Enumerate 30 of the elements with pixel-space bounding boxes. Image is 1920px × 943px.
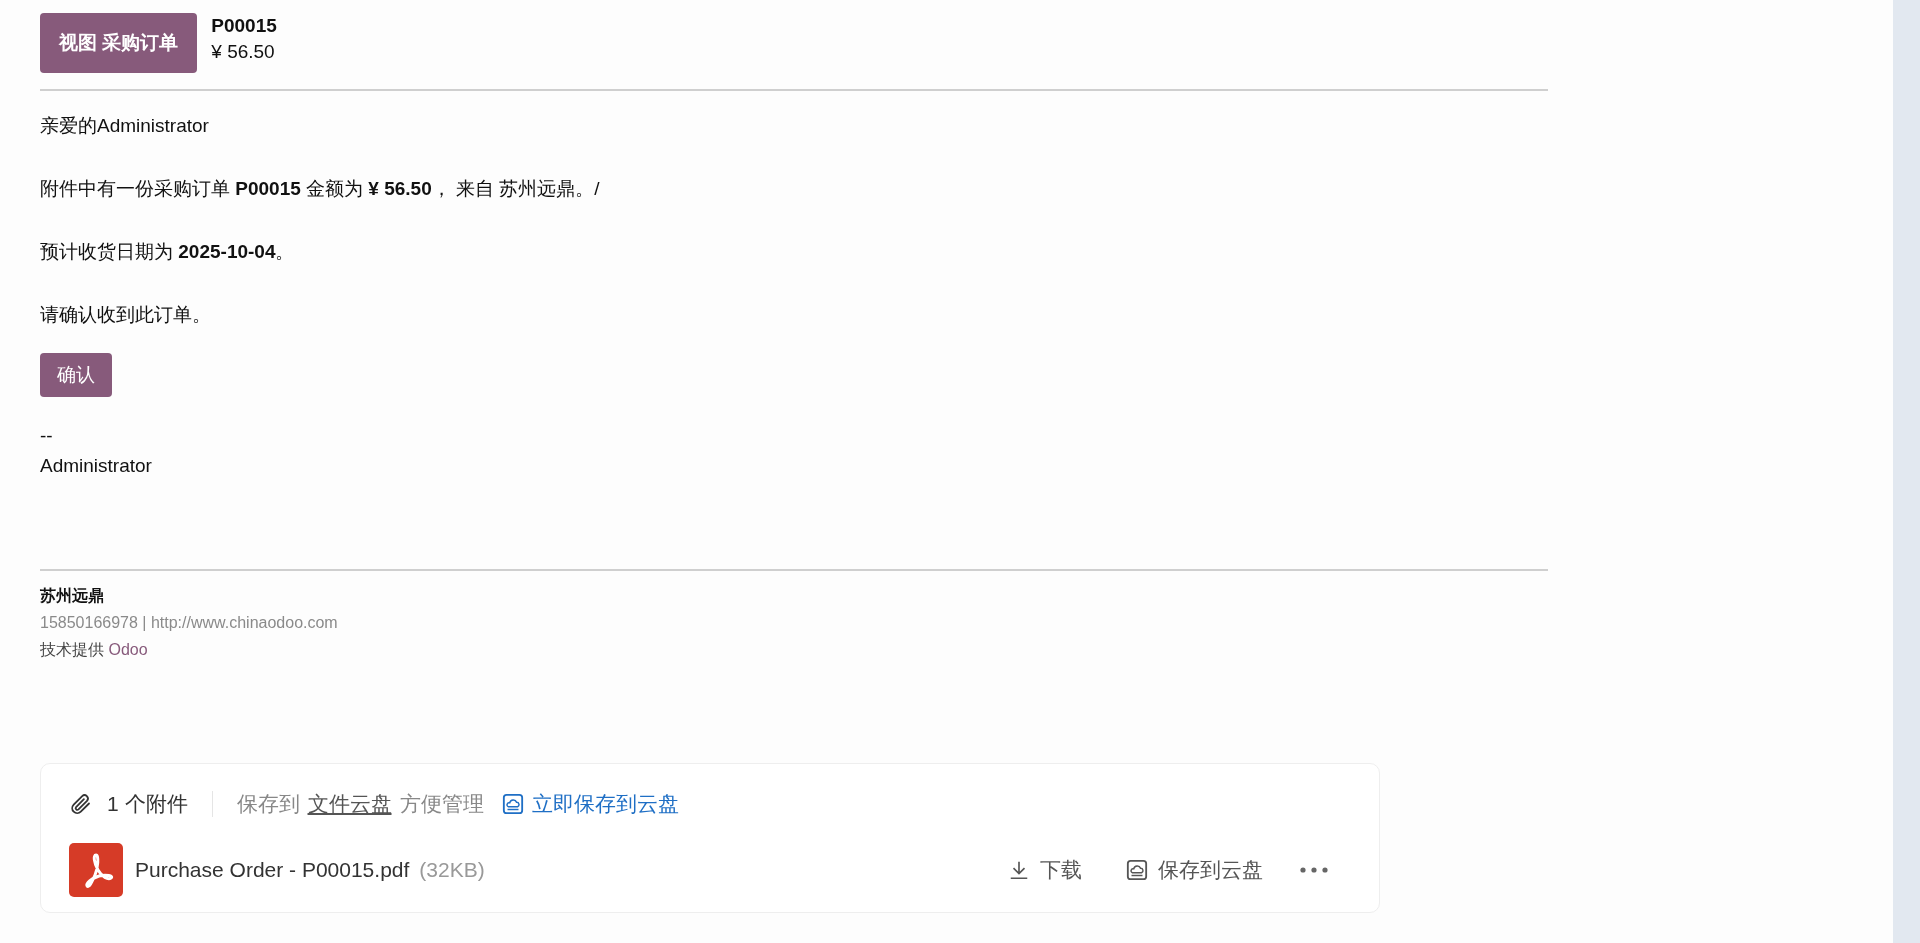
cloud-drive-icon (1126, 859, 1148, 881)
odoo-link[interactable]: Odoo (108, 641, 148, 658)
order-amount: ¥ 56.50 (211, 40, 276, 64)
save-hint-text: 保存到 (236, 791, 300, 818)
powered-by-text: 技术提供 Odoo (40, 640, 149, 660)
cloud-drive-icon (501, 793, 524, 815)
file-name[interactable]: Purchase Order - P00015.pdf (135, 854, 410, 886)
download-icon (1008, 859, 1030, 881)
paperclip-icon (69, 792, 93, 816)
download-button[interactable]: 下载 (1008, 854, 1082, 886)
file-size: (32KB) (419, 857, 485, 884)
save-hint-text: 方便管理 (399, 791, 484, 818)
confirm-button[interactable]: 确认 (40, 353, 112, 397)
company-name: 苏州远鼎 (40, 586, 105, 606)
save-to-cloud-button[interactable]: 保存到云盘 (1126, 854, 1263, 886)
signature-name: Administrator (40, 454, 153, 478)
save-to-cloud-link[interactable]: 立即保存到云盘 (501, 788, 679, 820)
view-order-button[interactable]: 视图 采购订单 (40, 13, 198, 73)
attachment-count: 1 个附件 (107, 791, 188, 818)
more-icon (1299, 866, 1329, 874)
order-number: P00015 (211, 14, 277, 38)
pdf-file-icon (69, 843, 123, 897)
body-paragraph: 附件中有一份采购订单 P00015 金额为 ¥ 56.50， 来自 苏州远鼎。/ (40, 177, 601, 201)
signature-separator: -- (40, 424, 54, 448)
body-paragraph: 预计收货日期为 2025-10-04。 (40, 240, 296, 264)
greeting-text: 亲爱的Administrator (40, 114, 210, 138)
contact-info: 15850166978 | http://www.chinaodoo.com (40, 613, 339, 633)
body-paragraph: 请确认收到此订单。 (40, 303, 212, 327)
more-options-button[interactable] (1299, 866, 1329, 874)
file-cloud-link[interactable]: 文件云盘 (307, 788, 392, 820)
